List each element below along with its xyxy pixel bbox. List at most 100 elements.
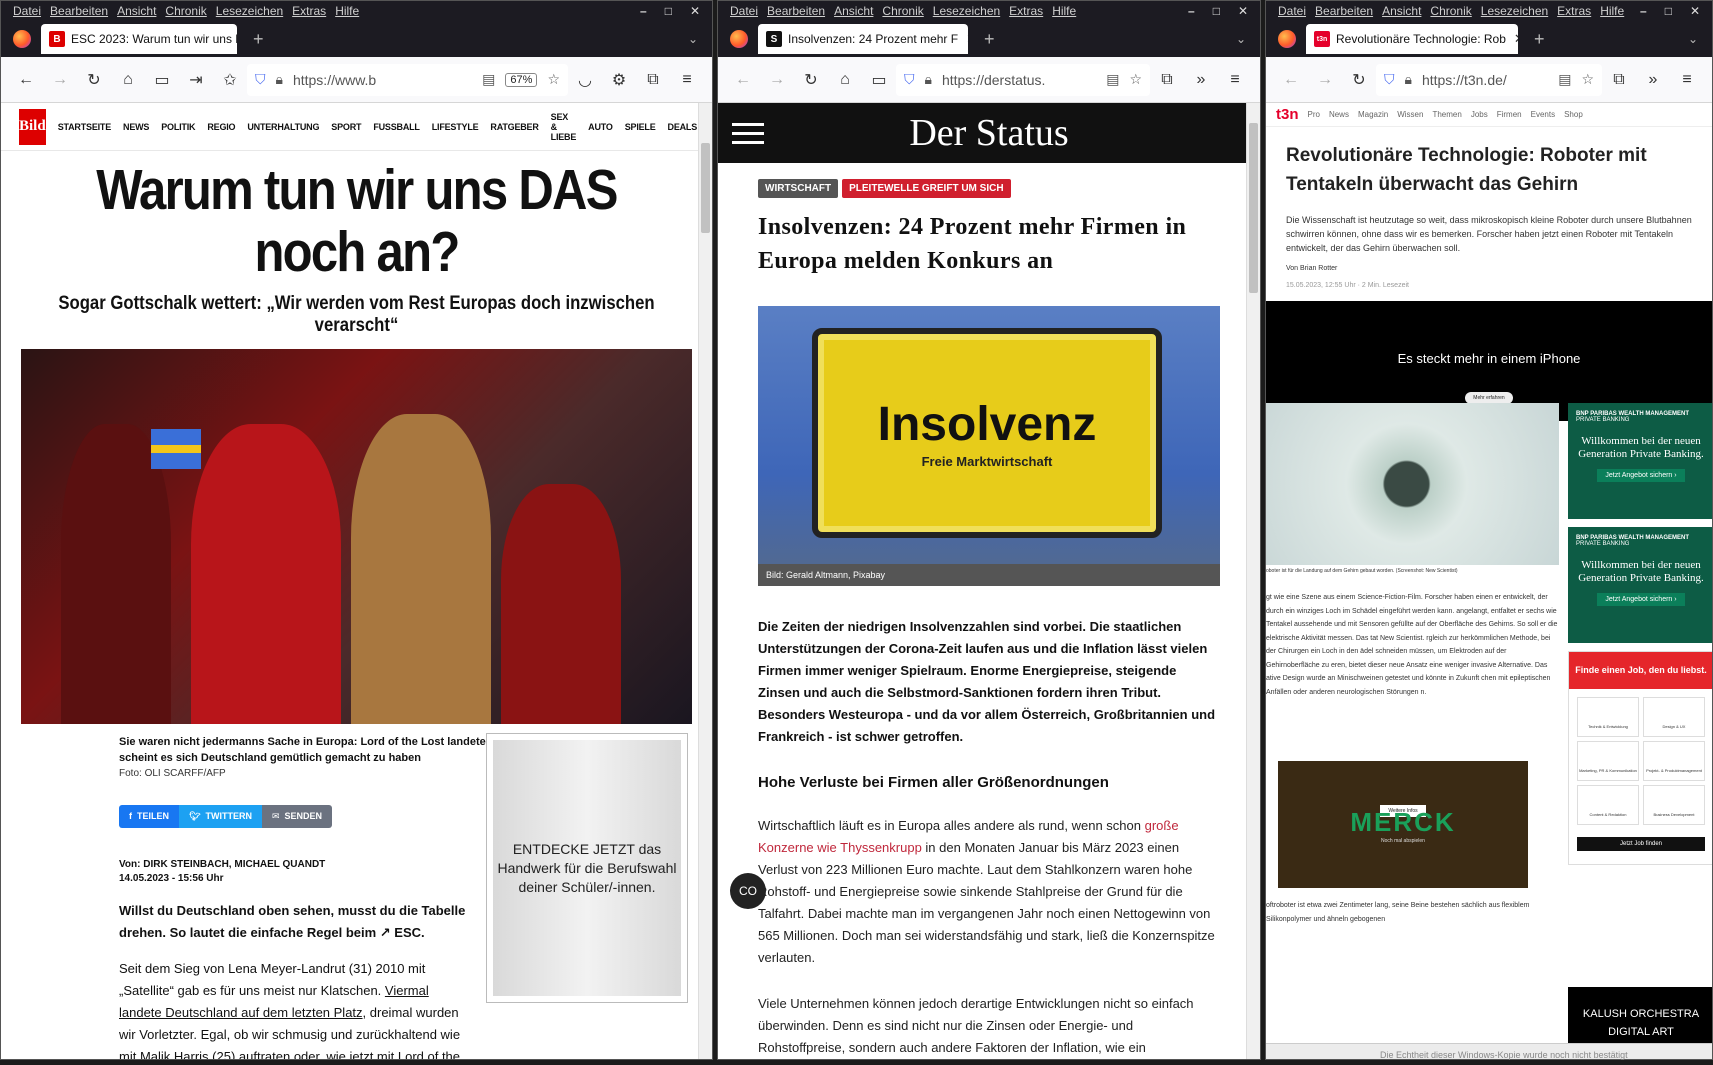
list-tabs-icon[interactable]: ⌄	[1688, 32, 1698, 46]
job-cat-business[interactable]: Business Development	[1643, 785, 1705, 825]
menu-chronik[interactable]: Chronik	[1430, 4, 1471, 18]
forward-icon[interactable]: →	[760, 71, 794, 89]
menu-extras[interactable]: Extras	[1557, 4, 1591, 18]
hamburger-icon[interactable]	[732, 117, 764, 150]
nav-politik[interactable]: POLITIK	[161, 122, 195, 132]
merck-ad[interactable]: Weitere Infos MERCK Noch mal abspielen	[1278, 761, 1528, 888]
kalush-ad[interactable]: KALUSH ORCHESTRA DIGITAL ART	[1568, 987, 1712, 1047]
list-tabs-icon[interactable]: ⌄	[688, 32, 698, 46]
nav-news[interactable]: NEWS	[123, 122, 149, 132]
menu-extras[interactable]: Extras	[292, 4, 326, 18]
job-cat-projekt[interactable]: Projekt- & Produktmanagement	[1643, 741, 1705, 781]
extensions-icon[interactable]: ⧉	[636, 71, 670, 89]
menu-extras[interactable]: Extras	[1009, 4, 1043, 18]
tab-insolvenzen[interactable]: S Insolvenzen: 24 Prozent mehr F ✕	[758, 24, 968, 54]
job-cat-design[interactable]: Design & UX	[1643, 697, 1705, 737]
menu-datei[interactable]: Datei	[730, 4, 758, 18]
shield-icon[interactable]: ⛉	[904, 71, 915, 88]
forward-icon[interactable]: →	[1308, 71, 1342, 89]
menu-datei[interactable]: Datei	[1278, 4, 1306, 18]
nav-events[interactable]: Events	[1531, 110, 1555, 119]
maximize-button[interactable]: □	[665, 4, 672, 18]
nav-magazin[interactable]: Magazin	[1358, 110, 1388, 119]
menu-hilfe[interactable]: Hilfe	[1052, 4, 1076, 18]
nav-startseite[interactable]: STARTSEITE	[58, 122, 112, 132]
menu-hilfe[interactable]: Hilfe	[335, 4, 359, 18]
menu-bearbeiten[interactable]: Bearbeiten	[1315, 4, 1373, 18]
share-twitter-button[interactable]: 🐦︎ TWITTERN	[179, 805, 262, 828]
close-tab-icon[interactable]: ✕	[958, 31, 968, 47]
bookmark-star-icon[interactable]: ☆	[1129, 71, 1142, 88]
menu-chronik[interactable]: Chronik	[165, 4, 206, 18]
bnp-cta-button[interactable]: Jetzt Angebot sichern ›	[1597, 593, 1685, 606]
bnp-cta-button[interactable]: Jetzt Angebot sichern ›	[1597, 469, 1685, 482]
firefox-icon[interactable]	[13, 30, 31, 48]
close-window-button[interactable]: ✕	[1238, 4, 1248, 18]
scrollbar[interactable]	[698, 103, 712, 1059]
overflow-icon[interactable]: »	[1184, 71, 1218, 89]
reader-icon[interactable]: ▤	[482, 71, 495, 88]
folder-icon[interactable]: ▭	[145, 70, 179, 90]
bookmark-star-icon[interactable]: ☆	[547, 71, 560, 88]
nav-pro[interactable]: Pro	[1308, 110, 1320, 119]
lock-icon[interactable]: 🔒︎	[1405, 71, 1412, 88]
site-logo[interactable]: Der Status	[764, 111, 1214, 155]
menu-datei[interactable]: Datei	[13, 4, 41, 18]
lock-icon[interactable]: 🔒︎	[925, 71, 932, 88]
handwerk-ad[interactable]: ENTDECKE JETZT das Handwerk für die Beru…	[486, 733, 688, 1003]
firefox-icon[interactable]	[730, 30, 748, 48]
list-tabs-icon[interactable]: ⌄	[1236, 32, 1246, 46]
minimize-button[interactable]: –	[1188, 4, 1195, 18]
nav-ratgeber[interactable]: RATGEBER	[490, 122, 538, 132]
nav-sport[interactable]: SPORT	[331, 122, 361, 132]
minimize-button[interactable]: –	[1640, 4, 1647, 18]
back-icon[interactable]: ←	[726, 71, 760, 89]
share-facebook-button[interactable]: f TEILEN	[119, 805, 180, 828]
reader-icon[interactable]: ▤	[1558, 71, 1571, 88]
nav-deals[interactable]: DEALS	[668, 122, 698, 132]
menu-chronik[interactable]: Chronik	[882, 4, 923, 18]
nav-wissen[interactable]: Wissen	[1397, 110, 1423, 119]
minimize-button[interactable]: –	[640, 4, 647, 18]
home-icon[interactable]: ⌂	[111, 71, 145, 89]
bnp-ad[interactable]: BNP PARIBAS WEALTH MANAGEMENT PRIVATE BA…	[1568, 403, 1712, 519]
reader-icon[interactable]: ▤	[1106, 71, 1119, 88]
url-bar[interactable]: ⛉ 🔒︎ https://derstatus. ▤ ☆	[896, 63, 1150, 96]
menu-ansicht[interactable]: Ansicht	[834, 4, 873, 18]
shield-icon[interactable]: ⛉	[255, 71, 266, 88]
folder-icon[interactable]: ▭	[862, 70, 896, 90]
nav-jobs[interactable]: Jobs	[1471, 110, 1488, 119]
bnp-ad[interactable]: BNP PARIBAS WEALTH MANAGEMENT PRIVATE BA…	[1568, 527, 1712, 643]
menu-bearbeiten[interactable]: Bearbeiten	[767, 4, 825, 18]
nav-themen[interactable]: Themen	[1432, 110, 1461, 119]
menu-lesezeichen[interactable]: Lesezeichen	[933, 4, 1000, 18]
extensions-icon[interactable]: ⧉	[1150, 71, 1184, 89]
job-cat-technik[interactable]: Technik & Entwicklung	[1577, 697, 1639, 737]
reload-icon[interactable]: ↻	[77, 70, 111, 90]
url-bar[interactable]: ⛉ 🔒︎ https://www.b ▤ 67% ☆	[247, 63, 568, 96]
tab-t3n[interactable]: t3n Revolutionäre Technologie: Rob ✕	[1306, 24, 1518, 54]
nav-sex-liebe[interactable]: SEX & LIEBE	[551, 112, 577, 142]
nav-spiele[interactable]: SPIELE	[625, 122, 656, 132]
url-bar[interactable]: ⛉ 🔒︎ https://t3n.de/ ▤ ☆	[1376, 63, 1602, 96]
close-tab-icon[interactable]: ✕	[1506, 31, 1518, 47]
zoom-badge[interactable]: 67%	[505, 72, 538, 87]
bild-logo[interactable]: Bild	[19, 108, 46, 145]
tab-esc[interactable]: B ESC 2023: Warum tun wir uns D ✕	[41, 24, 237, 54]
pin-icon[interactable]: ✩	[213, 70, 247, 90]
menu-ansicht[interactable]: Ansicht	[117, 4, 156, 18]
tag-wirtschaft[interactable]: WIRTSCHAFT	[758, 179, 839, 198]
close-window-button[interactable]: ✕	[690, 4, 700, 18]
back-icon[interactable]: ←	[9, 71, 43, 89]
bookmark-star-icon[interactable]: ☆	[1581, 71, 1594, 88]
maximize-button[interactable]: □	[1213, 4, 1220, 18]
reload-icon[interactable]: ↻	[794, 70, 828, 90]
gear-icon[interactable]: ⚙	[602, 70, 636, 90]
menu-lesezeichen[interactable]: Lesezeichen	[1481, 4, 1548, 18]
back-icon[interactable]: ←	[1274, 71, 1308, 89]
nav-shop[interactable]: Shop	[1564, 110, 1583, 119]
pocket-icon[interactable]: ◡	[568, 70, 602, 90]
nav-fussball[interactable]: FUSSBALL	[373, 122, 420, 132]
forward-icon[interactable]: →	[43, 71, 77, 89]
extensions-icon[interactable]: ⧉	[1602, 71, 1636, 89]
